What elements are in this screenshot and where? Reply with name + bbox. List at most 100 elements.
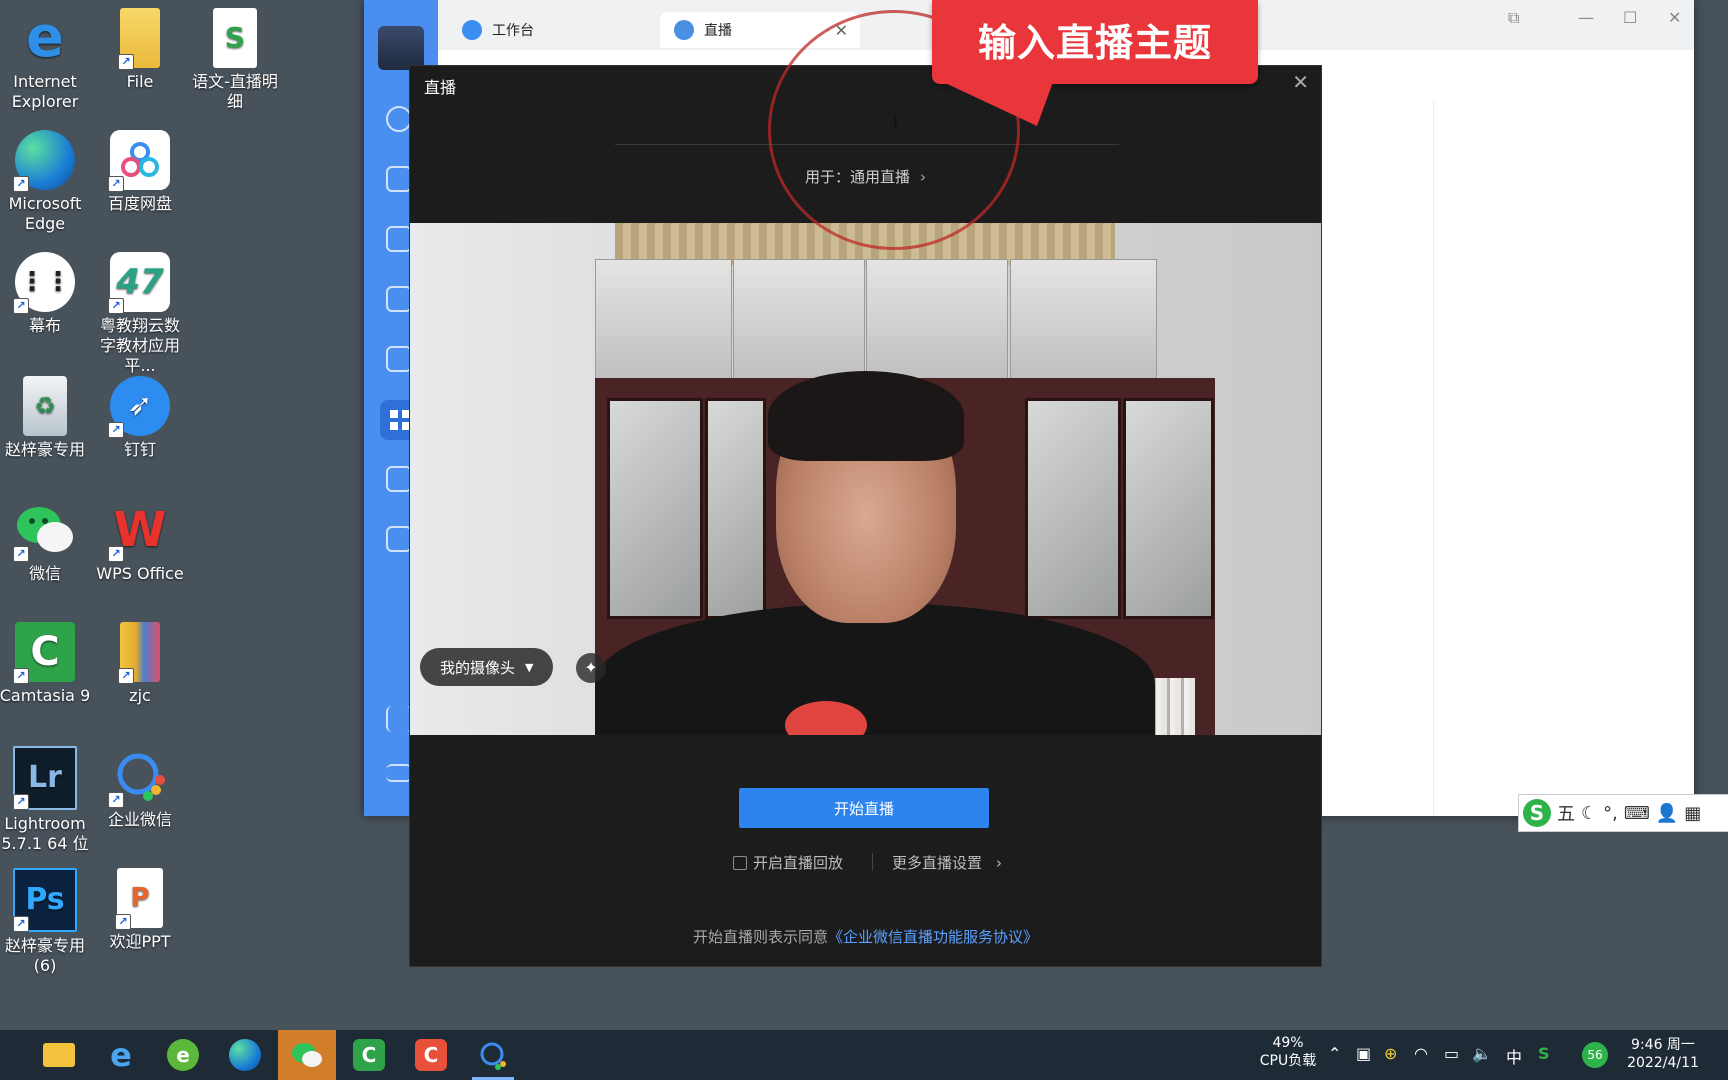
clock[interactable]: 9:46 周一 2022/4/11 [1616, 1036, 1710, 1072]
apps-icon[interactable]: ▦ [1684, 803, 1701, 824]
browser-icon: e [167, 1039, 199, 1071]
clock-date: 2022/4/11 [1627, 1055, 1699, 1071]
taskbar-file-explorer[interactable] [30, 1030, 88, 1080]
sogou-ime-icon[interactable]: S [1538, 1044, 1550, 1063]
taskbar-wechat[interactable] [278, 1030, 336, 1080]
tab-label: 直播 [704, 23, 732, 39]
maximize-icon[interactable]: ☐ [1623, 8, 1637, 27]
caret-down-icon: ▼ [525, 660, 534, 674]
camera-select[interactable]: 我的摄像头 ▼ [420, 648, 554, 686]
cpu-percent: 49% [1272, 1035, 1304, 1051]
internet-explorer-icon: e [110, 1036, 132, 1074]
user-icon[interactable]: 👤 [1656, 803, 1678, 824]
desktop-icon-microsoft-edge[interactable]: ↗ Microsoft Edge [0, 130, 91, 234]
wifi-icon[interactable]: ◠ [1414, 1044, 1428, 1063]
desktop-icon-label: 钉钉 [123, 440, 156, 459]
desktop-icon-digital-textbook[interactable]: 47 ↗ 粤教翔云数字教材应用平... [94, 252, 186, 376]
beauty-effects-button[interactable]: ✦ [576, 653, 606, 683]
taskbar-edge[interactable] [216, 1030, 274, 1080]
dialog-title: 直播 [424, 78, 457, 97]
more-live-settings-link[interactable]: 更多直播设置 › [892, 852, 1002, 873]
desktop-icon-spreadsheet[interactable]: S 语文-直播明细 [189, 8, 281, 112]
taskbar-browser[interactable]: e [154, 1030, 212, 1080]
wecom-icon: ↗ [108, 746, 170, 808]
camtasia-recorder-icon: C [415, 1039, 447, 1071]
agreement-prefix: 开始直播则表示同意 [692, 928, 828, 946]
zip-archive-icon: ↗ [118, 622, 160, 684]
desktop-icon-wecom[interactable]: ↗ 企业微信 [94, 746, 186, 830]
desktop-icon-photoshop[interactable]: Ps ↗ 赵梓豪专用 (6) [0, 868, 91, 976]
ppt-icon: P ↗ [115, 868, 163, 930]
desktop-icon-label: Internet Explorer [11, 72, 79, 111]
callout-bubble: 输入直播主题 [932, 0, 1258, 84]
desktop-icon-label: Camtasia 9 [0, 686, 91, 705]
desktop-icon-recycle-bin[interactable]: ♻ 赵梓豪专用 [0, 376, 91, 460]
desktop-icon-lightroom[interactable]: Lr ↗ Lightroom 5.7.1 64 位 [0, 746, 91, 854]
moon-icon[interactable]: ☾ [1581, 803, 1597, 824]
checkbox[interactable] [733, 855, 747, 870]
chevron-right-icon: › [996, 854, 1003, 872]
live-icon [674, 20, 694, 40]
avatar[interactable] [378, 26, 424, 70]
replay-checkbox[interactable]: 开启直播回放 [733, 852, 843, 873]
wechat-icon: ↗ [13, 500, 75, 562]
desktop-icon-wechat[interactable]: ↗ 微信 [0, 500, 91, 584]
camtasia-icon: C [353, 1039, 385, 1071]
taskbar-internet-explorer[interactable]: e [92, 1030, 150, 1080]
chevron-up-icon[interactable]: ⌃ [1328, 1044, 1341, 1063]
desktop-icon-label: 微信 [28, 564, 61, 583]
battery-badge[interactable]: 56 [1582, 1042, 1608, 1068]
cpu-load[interactable]: 49% CPU负载 [1256, 1034, 1320, 1070]
add-icon[interactable]: ⊕ [1384, 1044, 1397, 1063]
camtasia-icon: C ↗ [13, 622, 75, 684]
desktop-icon-label: zjc [129, 686, 151, 705]
photoshop-icon: Ps ↗ [13, 868, 77, 932]
restore-icon[interactable]: ⧉ [1508, 8, 1519, 28]
text-cursor-icon: I [893, 112, 899, 133]
battery-icon[interactable]: ▭ [1444, 1044, 1459, 1063]
sogou-ime-logo-icon[interactable]: S [1523, 799, 1551, 827]
edge-icon: ↗ [13, 130, 75, 192]
desktop-icon-internet-explorer[interactable]: e Internet Explorer [0, 8, 91, 112]
ime-language[interactable]: 中 [1506, 1044, 1522, 1068]
divider [872, 853, 873, 871]
desktop-icon-label: 赵梓豪专用 [4, 440, 85, 459]
desktop-icon-zjc[interactable]: ↗ zjc [94, 622, 186, 706]
agreement-link[interactable]: 《企业微信直播功能服务协议》 [828, 928, 1038, 946]
desktop-icon-wps[interactable]: W ↗ WPS Office [94, 500, 186, 584]
start-live-button[interactable]: 开始直播 [739, 788, 989, 828]
punctuation-icon[interactable]: °, [1603, 803, 1618, 824]
desktop-icon-label: WPS Office [96, 564, 184, 583]
cpu-label: CPU负载 [1259, 1053, 1317, 1069]
keyboard-icon[interactable]: ⌨ [1624, 803, 1650, 824]
desktop-icon-welcome-ppt[interactable]: P ↗ 欢迎PPT [94, 868, 186, 952]
desktop-icon-dingtalk[interactable]: ➶ ↗ 钉钉 [94, 376, 186, 460]
tab-workbench[interactable]: 工作台 [448, 12, 666, 48]
volume-icon[interactable]: 🔈 [1472, 1044, 1492, 1063]
upper-cabinet [595, 259, 732, 381]
desktop-icon-baidu-netdisk[interactable]: ↗ 百度网盘 [94, 130, 186, 214]
close-icon[interactable]: ✕ [1668, 8, 1681, 27]
desktop-icon-label: 百度网盘 [107, 194, 172, 213]
wps-icon: W ↗ [108, 500, 170, 562]
upper-cabinet [1010, 259, 1157, 381]
camera-preview: 我的摄像头 ▼ ✦ [410, 223, 1321, 735]
recycle-bin-icon: ♻ [23, 376, 67, 436]
desktop-icon-camtasia[interactable]: C ↗ Camtasia 9 [0, 622, 91, 706]
taskbar-camtasia[interactable]: C [340, 1030, 398, 1080]
taskbar-wecom[interactable] [464, 1030, 522, 1080]
spreadsheet-icon: S [213, 8, 257, 68]
glass-door [1025, 398, 1121, 619]
desktop-icon-label: 欢迎PPT [109, 932, 171, 951]
wecom-tray-icon[interactable]: ▣ [1356, 1044, 1371, 1063]
minimize-icon[interactable]: — [1578, 8, 1594, 27]
close-icon[interactable]: ✕ [1292, 70, 1309, 94]
desktop-icon-label: 赵梓豪专用 (6) [4, 936, 85, 975]
upper-cabinet [733, 259, 865, 381]
desktop-icon-mubu[interactable]: ⋮⋮ ↗ 幕布 [0, 252, 91, 336]
ime-mode[interactable]: 五 [1557, 800, 1575, 826]
person-hair [768, 371, 964, 461]
desktop-icon-file[interactable]: ↗ File [94, 8, 186, 92]
sparkle-icon: ✦ [584, 658, 598, 677]
taskbar-camtasia-recorder[interactable]: C [402, 1030, 460, 1080]
